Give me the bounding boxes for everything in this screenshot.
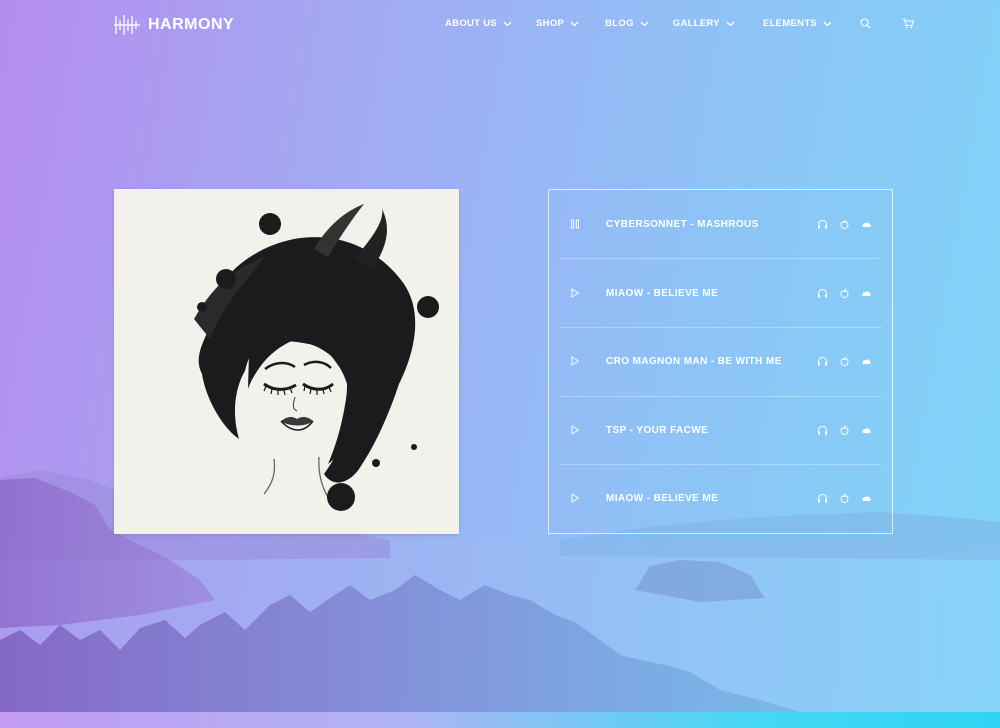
chevron-down-icon	[570, 21, 579, 26]
nav-item-gallery[interactable]: GALLERY	[673, 18, 735, 29]
nav-item-label: GALLERY	[672, 18, 720, 29]
play-icon[interactable]	[570, 288, 580, 298]
track-row[interactable]: CRO MAGNON MAN - BE WITH ME	[560, 327, 882, 395]
logo[interactable]: HARMONY	[114, 12, 234, 38]
track-actions	[806, 425, 872, 436]
track-title[interactable]: MIAOW - BELIEVE ME	[606, 288, 718, 299]
headphones-icon[interactable]	[817, 356, 828, 367]
album-cover	[114, 189, 459, 534]
chevron-down-icon	[640, 21, 649, 26]
headphones-icon[interactable]	[817, 219, 828, 230]
cloud-icon[interactable]	[861, 356, 872, 367]
apple-icon[interactable]	[839, 425, 850, 436]
headphones-icon[interactable]	[817, 493, 828, 504]
main-nav: ABOUT US SHOP BLOG GALLERY ELEMENTS	[445, 18, 914, 29]
cloud-icon[interactable]	[861, 493, 872, 504]
site-header: HARMONY ABOUT US SHOP BLOG GALLERY ELEME…	[0, 0, 1000, 50]
apple-icon[interactable]	[839, 219, 850, 230]
album-artwork-illustration	[114, 189, 459, 534]
apple-icon[interactable]	[839, 288, 850, 299]
track-title[interactable]: TSP - YOUR FACWE	[606, 425, 708, 436]
chevron-down-icon	[503, 21, 512, 26]
apple-icon[interactable]	[839, 356, 850, 367]
pause-icon[interactable]	[570, 219, 580, 229]
play-icon[interactable]	[570, 425, 580, 435]
nav-item-elements[interactable]: ELEMENTS	[763, 18, 832, 29]
nav-item-about-us[interactable]: ABOUT US	[445, 18, 512, 29]
track-title[interactable]: CRO MAGNON MAN - BE WITH ME	[606, 356, 782, 367]
track-title[interactable]: CYBERSONNET - MASHROUS	[606, 219, 759, 230]
play-icon[interactable]	[570, 493, 580, 503]
track-actions	[806, 288, 872, 299]
track-row[interactable]: CYBERSONNET - MASHROUS	[560, 190, 882, 258]
cart-icon[interactable]	[902, 18, 914, 29]
track-actions	[806, 219, 872, 230]
play-icon[interactable]	[570, 356, 580, 366]
playlist-panel: CYBERSONNET - MASHROUS MIAOW - BELIEVE M…	[548, 189, 893, 534]
track-row[interactable]: MIAOW - BELIEVE ME	[560, 464, 882, 532]
headphones-icon[interactable]	[817, 425, 828, 436]
track-title[interactable]: MIAOW - BELIEVE ME	[606, 493, 718, 504]
headphones-icon[interactable]	[817, 288, 828, 299]
logo-waveform-icon	[114, 15, 140, 35]
nav-item-label: ABOUT US	[445, 18, 498, 29]
track-row[interactable]: MIAOW - BELIEVE ME	[560, 259, 882, 327]
cloud-icon[interactable]	[861, 288, 872, 299]
chevron-down-icon	[823, 21, 832, 26]
track-row[interactable]: TSP - YOUR FACWE	[560, 396, 882, 464]
cloud-icon[interactable]	[861, 425, 872, 436]
brand-name: HARMONY	[148, 16, 235, 33]
track-actions	[806, 493, 872, 504]
nav-item-blog[interactable]: BLOG	[605, 18, 649, 29]
apple-icon[interactable]	[839, 493, 850, 504]
nav-item-label: ELEMENTS	[762, 18, 818, 29]
track-actions	[806, 356, 872, 367]
search-icon[interactable]	[860, 18, 871, 29]
footer-strip	[0, 712, 1000, 728]
nav-item-shop[interactable]: SHOP	[536, 18, 579, 29]
nav-item-label: SHOP	[536, 18, 565, 29]
nav-item-label: BLOG	[605, 18, 634, 29]
cloud-icon[interactable]	[861, 219, 872, 230]
chevron-down-icon	[726, 21, 735, 26]
